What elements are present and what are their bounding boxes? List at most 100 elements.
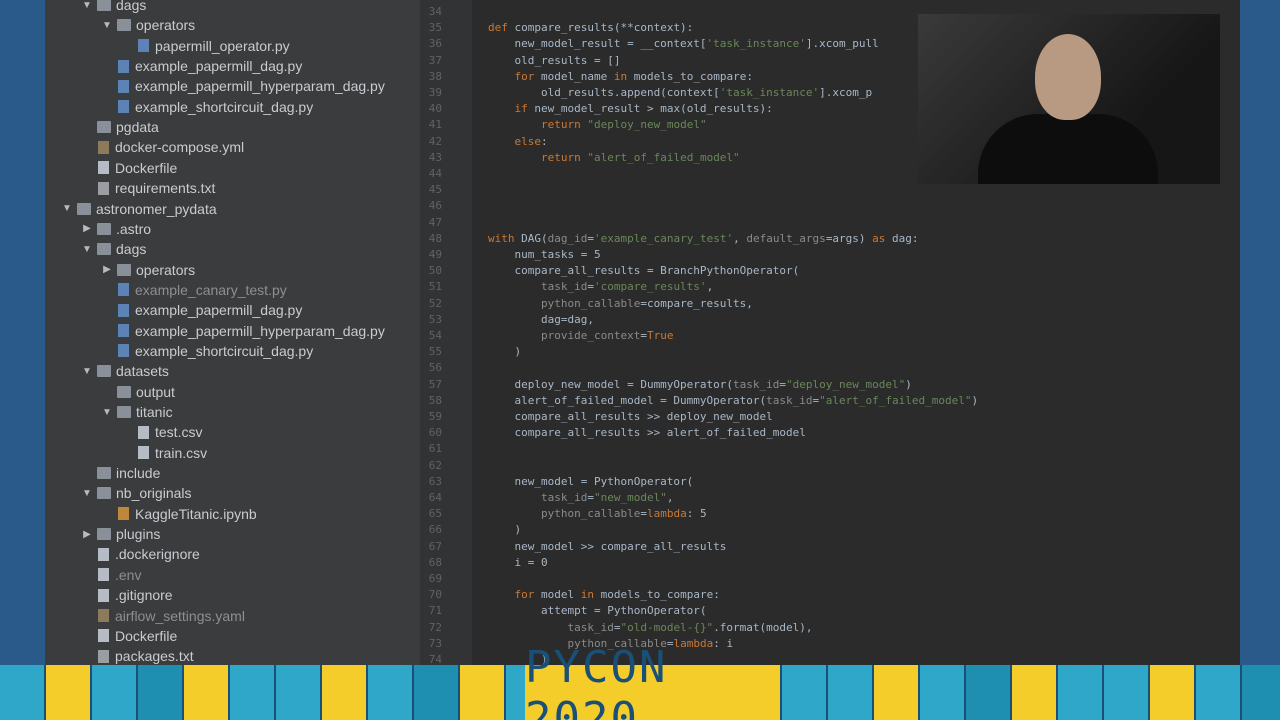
banner-pattern-tile xyxy=(184,665,230,720)
code-text: ) xyxy=(488,345,522,359)
tree-item-label: Dockerfile xyxy=(115,627,178,644)
file-icon xyxy=(118,79,129,93)
tree-item[interactable]: Dockerfile xyxy=(45,626,177,646)
code-line[interactable]: 57 deploy_new_model = DummyOperator(task… xyxy=(420,377,1240,393)
tree-item[interactable]: example_canary_test.py xyxy=(45,280,287,300)
code-line[interactable]: 60 compare_all_results >> alert_of_faile… xyxy=(420,425,1240,441)
tree-item[interactable]: docker-compose.yml xyxy=(45,137,244,157)
code-line[interactable]: 53 dag=dag, xyxy=(420,312,1240,328)
line-number: 50 xyxy=(428,264,442,278)
expand-arrow-icon[interactable]: ▼ xyxy=(80,488,94,499)
tree-item[interactable]: Dockerfile xyxy=(45,158,177,178)
tree-item-label: pgdata xyxy=(116,119,159,136)
project-tree-panel[interactable]: ▼ dags ▼ operators papermill_operator.py exam… xyxy=(45,0,420,665)
code-line[interactable]: 50 compare_all_results = BranchPythonOpe… xyxy=(420,263,1240,279)
expand-arrow-icon[interactable]: ▼ xyxy=(80,366,94,377)
file-icon xyxy=(138,446,149,460)
expand-arrow-icon[interactable]: ▼ xyxy=(60,203,74,214)
tree-item-label: datasets xyxy=(116,363,169,380)
tree-item[interactable]: example_papermill_hyperparam_dag.py xyxy=(45,76,385,96)
tree-item[interactable]: output xyxy=(45,382,175,402)
code-line[interactable]: 56 xyxy=(420,360,1240,376)
tree-item[interactable]: example_papermill_dag.py xyxy=(45,56,302,76)
tree-item[interactable]: ▼ titanic xyxy=(45,402,173,422)
code-line[interactable]: 62 xyxy=(420,458,1240,474)
tree-item[interactable]: example_papermill_hyperparam_dag.py xyxy=(45,321,385,341)
tree-item[interactable]: ▼ operators xyxy=(45,15,195,35)
tree-item[interactable]: example_papermill_dag.py xyxy=(45,300,302,320)
line-number: 65 xyxy=(428,507,442,521)
banner-pattern-tile xyxy=(276,665,322,720)
code-line[interactable]: 61 xyxy=(420,441,1240,457)
tree-item[interactable]: include xyxy=(45,463,160,483)
code-line[interactable]: 52 python_callable=compare_results, xyxy=(420,296,1240,312)
tree-item[interactable]: train.csv xyxy=(45,443,207,463)
code-line[interactable]: 48 with DAG(dag_id='example_canary_test',… xyxy=(420,231,1240,247)
tree-item[interactable]: ▶ operators xyxy=(45,260,195,280)
tree-item[interactable]: ▼ dags xyxy=(45,239,146,259)
code-line[interactable]: 69 xyxy=(420,571,1240,587)
tree-item-label: train.csv xyxy=(155,444,208,461)
code-line[interactable]: 64 task_id="new_model", xyxy=(420,490,1240,506)
tree-item[interactable]: ▼ astronomer_pydata xyxy=(45,199,217,219)
line-number: 53 xyxy=(428,312,442,326)
file-icon xyxy=(118,59,129,73)
tree-item[interactable]: .gitignore xyxy=(45,585,173,605)
code-line[interactable]: 68 i = 0 xyxy=(420,555,1240,571)
collapse-arrow-icon[interactable]: ▶ xyxy=(100,264,114,275)
code-line[interactable]: 65 python_callable=lambda: 5 xyxy=(420,506,1240,522)
code-line[interactable]: 66 ) xyxy=(420,522,1240,538)
tree-item[interactable]: ▼ dags xyxy=(45,0,146,15)
line-number: 35 xyxy=(428,21,442,35)
code-line[interactable]: 45 xyxy=(420,182,1240,198)
tree-item[interactable]: packages.txt xyxy=(45,646,194,665)
expand-arrow-icon[interactable]: ▼ xyxy=(100,20,114,31)
file-icon xyxy=(98,140,109,154)
code-line[interactable]: 47 xyxy=(420,215,1240,231)
banner-pattern-tile xyxy=(1196,665,1242,720)
tree-item[interactable]: requirements.txt xyxy=(45,178,215,198)
tree-item[interactable]: KaggleTitanic.ipynb xyxy=(45,504,257,524)
code-text: if new_model_result > max(old_results): xyxy=(514,102,773,116)
tree-item[interactable]: airflow_settings.yaml xyxy=(45,606,245,626)
code-line[interactable]: 63 new_model = PythonOperator( xyxy=(420,474,1240,490)
line-number: 74 xyxy=(428,653,442,665)
code-line[interactable]: 46 xyxy=(420,198,1240,214)
code-line[interactable]: 49 num_tasks = 5 xyxy=(420,247,1240,263)
code-line[interactable]: 55 ) xyxy=(420,344,1240,360)
code-line[interactable]: 67 new_model >> compare_all_results xyxy=(420,539,1240,555)
tree-item[interactable]: example_shortcircuit_dag.py xyxy=(45,97,313,117)
line-number: 57 xyxy=(428,377,442,391)
line-number: 52 xyxy=(428,296,442,310)
banner-pattern-tile xyxy=(92,665,138,720)
tree-item[interactable]: papermill_operator.py xyxy=(45,36,290,56)
tree-item[interactable]: test.csv xyxy=(45,422,202,442)
tree-item-label: test.csv xyxy=(155,424,203,441)
code-line[interactable]: 70 for model in models_to_compare: xyxy=(420,587,1240,603)
code-text: old_results.append(context['task_instanc… xyxy=(488,86,873,99)
collapse-arrow-icon[interactable]: ▶ xyxy=(80,223,94,234)
tree-item[interactable]: .env xyxy=(45,565,141,585)
tree-item[interactable]: ▶ plugins xyxy=(45,524,160,544)
code-text: old_results = [] xyxy=(488,53,621,67)
expand-arrow-icon[interactable]: ▼ xyxy=(80,0,94,11)
line-number: 63 xyxy=(428,474,442,488)
tree-item[interactable]: ▶ .astro xyxy=(45,219,151,239)
expand-arrow-icon[interactable]: ▼ xyxy=(80,244,94,255)
code-line[interactable]: 71 attempt = PythonOperator( xyxy=(420,603,1240,619)
tree-item[interactable]: example_shortcircuit_dag.py xyxy=(45,341,313,361)
code-line[interactable]: 72 task_id="old-model-{}".format(model), xyxy=(420,620,1240,636)
collapse-arrow-icon[interactable]: ▶ xyxy=(80,529,94,540)
tree-item[interactable]: ▼ datasets xyxy=(45,361,169,381)
tree-item[interactable]: pgdata xyxy=(45,117,159,137)
tree-item[interactable]: ▼ nb_originals xyxy=(45,483,191,503)
folder-icon xyxy=(77,202,91,215)
expand-arrow-icon[interactable]: ▼ xyxy=(100,407,114,418)
tree-item-label: example_papermill_dag.py xyxy=(135,302,303,319)
code-line[interactable]: 51 task_id='compare_results', xyxy=(420,279,1240,295)
code-line[interactable]: 59 compare_all_results >> deploy_new_mod… xyxy=(420,409,1240,425)
file-icon xyxy=(138,425,149,439)
tree-item[interactable]: .dockerignore xyxy=(45,544,200,564)
code-line[interactable]: 54 provide_context=True xyxy=(420,328,1240,344)
code-line[interactable]: 58 alert_of_failed_model = DummyOperator… xyxy=(420,393,1240,409)
